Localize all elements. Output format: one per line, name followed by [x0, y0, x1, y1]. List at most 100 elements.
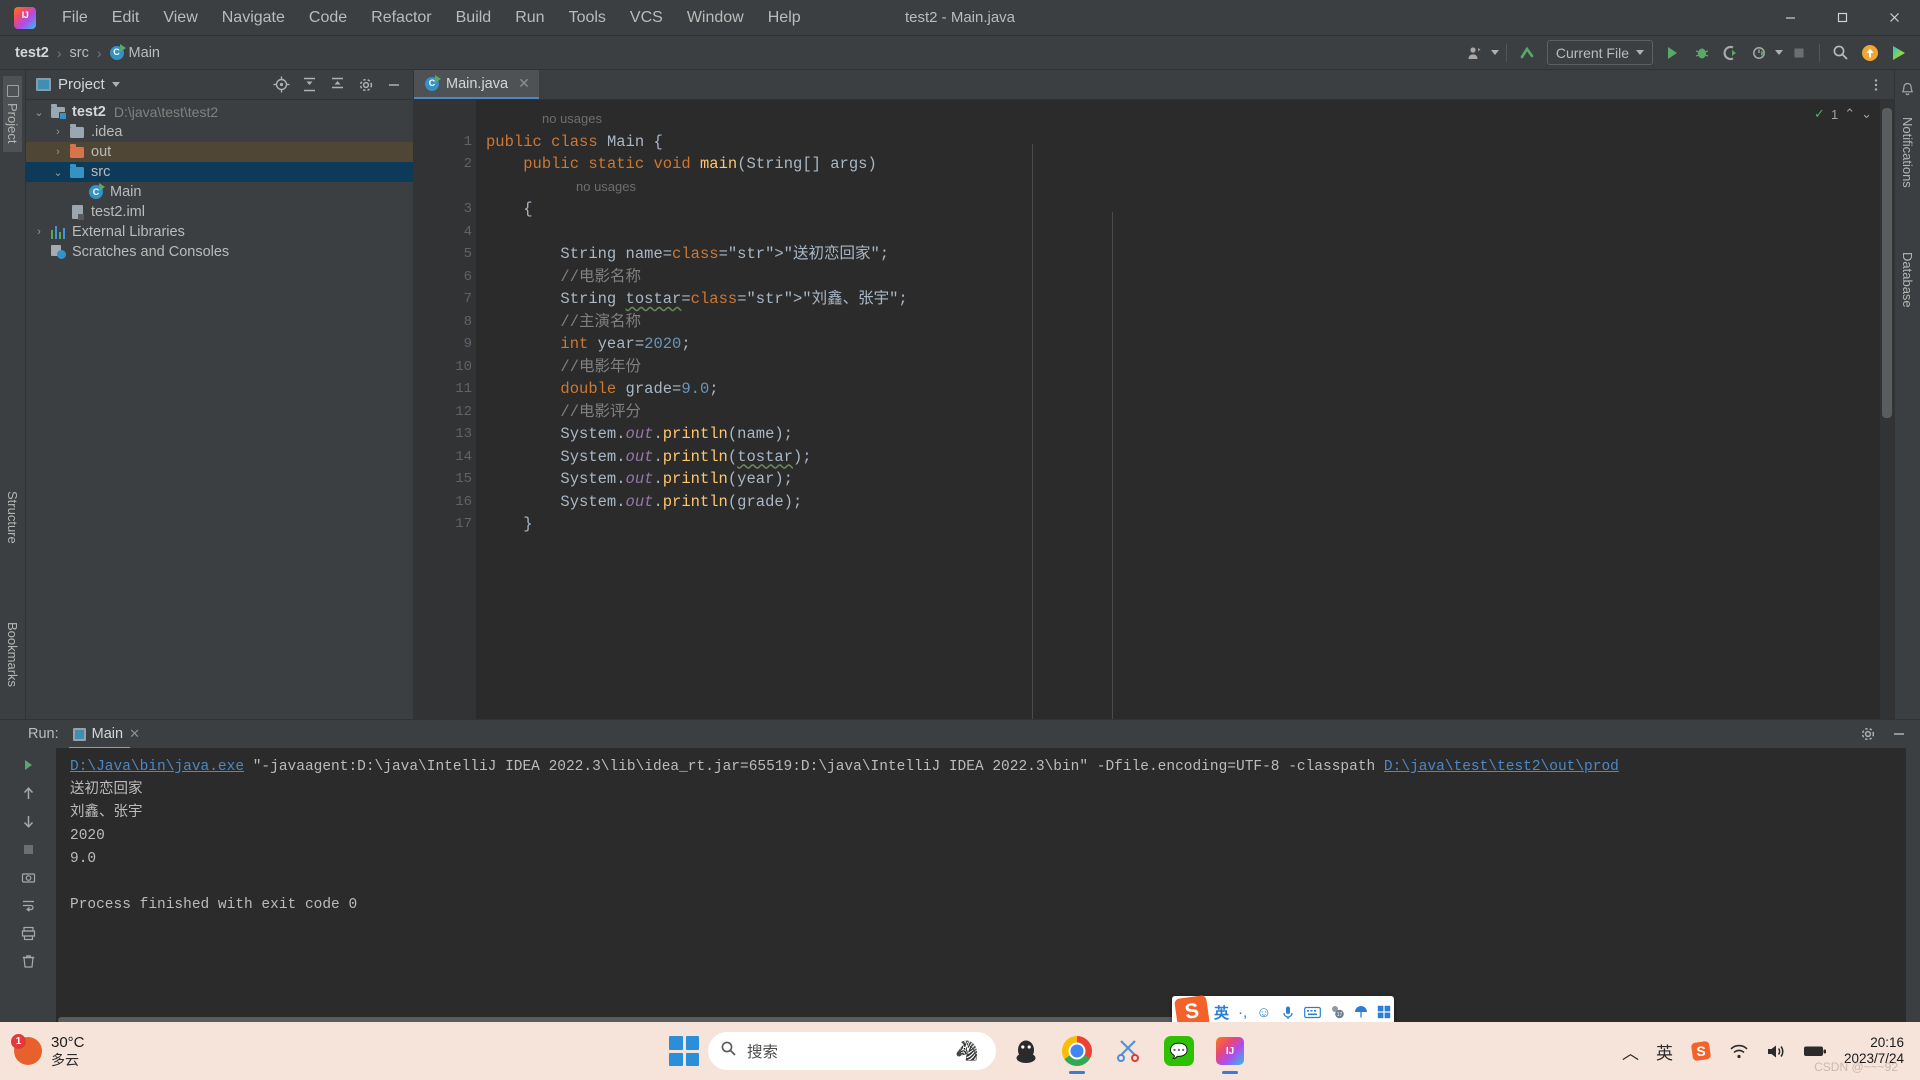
- settings-gear-icon[interactable]: [352, 71, 379, 98]
- menu-item-view[interactable]: View: [151, 5, 209, 31]
- menu-item-edit[interactable]: Edit: [100, 5, 152, 31]
- console-output-line[interactable]: 刘鑫、张宇: [70, 802, 1906, 825]
- tree-item-test2[interactable]: ⌄ test2 D:\java\test\test2: [26, 102, 413, 122]
- hide-panel-icon[interactable]: [380, 71, 407, 98]
- punctuation-icon[interactable]: ·,: [1238, 1004, 1247, 1021]
- wechat-icon[interactable]: 💬: [1158, 1030, 1200, 1072]
- console-command-line[interactable]: D:\Java\bin\java.exe "-javaagent:D:\java…: [70, 756, 1906, 779]
- gutter-line-11[interactable]: 11: [414, 378, 476, 401]
- gutter-line-7[interactable]: 7: [414, 288, 476, 311]
- gutter-line-8[interactable]: 8: [414, 311, 476, 334]
- close-button[interactable]: [1868, 0, 1920, 36]
- editor-scrollbar[interactable]: [1880, 100, 1894, 719]
- code-line-10[interactable]: //电影年份: [476, 356, 1880, 379]
- ide-assistant-icon[interactable]: [1885, 39, 1912, 66]
- hide-panel-icon[interactable]: [1885, 721, 1912, 748]
- clear-all-icon[interactable]: [15, 948, 41, 974]
- taskbar-weather-widget[interactable]: 1 30°C 多云: [0, 1034, 230, 1068]
- menu-item-vcs[interactable]: VCS: [618, 5, 675, 31]
- chevron-down-icon[interactable]: [1775, 50, 1783, 55]
- code-line-17[interactable]: }: [476, 513, 1880, 536]
- chevron-down-icon[interactable]: ⌄: [30, 106, 48, 119]
- console-output[interactable]: D:\Java\bin\java.exe "-javaagent:D:\java…: [56, 748, 1906, 1026]
- ime-cn-icon[interactable]: 英: [1656, 1039, 1673, 1064]
- wifi-icon[interactable]: [1729, 1043, 1749, 1060]
- gutter-line-4[interactable]: 4: [414, 221, 476, 244]
- chevron-right-icon[interactable]: ›: [49, 146, 67, 158]
- code-line-15[interactable]: System.out.println(year);: [476, 468, 1880, 491]
- print-icon[interactable]: [15, 920, 41, 946]
- menu-item-file[interactable]: File: [50, 5, 100, 31]
- gutter-line-13[interactable]: 13: [414, 423, 476, 446]
- chevron-down-icon[interactable]: ⌄: [49, 166, 67, 179]
- prev-problem-icon[interactable]: ⌃: [1844, 106, 1855, 122]
- rerun-icon[interactable]: [15, 752, 41, 778]
- soft-wrap-icon[interactable]: [15, 892, 41, 918]
- search-icon[interactable]: [1827, 39, 1854, 66]
- menu-item-build[interactable]: Build: [444, 5, 504, 31]
- chevron-right-icon[interactable]: ›: [30, 226, 48, 238]
- snipaste-icon[interactable]: [1107, 1030, 1149, 1072]
- close-icon[interactable]: ✕: [515, 75, 530, 92]
- volume-icon[interactable]: [1766, 1043, 1786, 1060]
- taskbar-search-box[interactable]: 搜索 🦓: [708, 1032, 996, 1070]
- code-line-12[interactable]: //电影评分: [476, 401, 1880, 424]
- console-output-line[interactable]: 2020: [70, 825, 1906, 848]
- tree-item-main[interactable]: C Main: [26, 182, 413, 202]
- upload-icon[interactable]: [1856, 39, 1883, 66]
- console-output-line[interactable]: Process finished with exit code 0: [70, 894, 1906, 917]
- sogou-icon[interactable]: S: [1690, 1040, 1712, 1062]
- gutter-line-14[interactable]: 14: [414, 446, 476, 469]
- code-line-5[interactable]: String name=class="str">"送初恋回家";: [476, 243, 1880, 266]
- menu-item-navigate[interactable]: Navigate: [210, 5, 297, 31]
- inlay-hint-usages[interactable]: no usages: [476, 108, 1880, 131]
- code-line-3[interactable]: {: [476, 198, 1880, 221]
- menu-item-tools[interactable]: Tools: [557, 5, 618, 31]
- menu-item-window[interactable]: Window: [675, 5, 756, 31]
- code-line-8[interactable]: //主演名称: [476, 311, 1880, 334]
- run-icon[interactable]: [1659, 39, 1686, 66]
- chevron-down-icon[interactable]: [1490, 50, 1499, 55]
- classpath-link[interactable]: D:\java\test\test2\out\prod: [1384, 759, 1619, 775]
- code-line-13[interactable]: System.out.println(name);: [476, 423, 1880, 446]
- console-output-line[interactable]: 送初恋回家: [70, 779, 1906, 802]
- gutter-line-17[interactable]: 17: [414, 513, 508, 537]
- console-output-line[interactable]: 9.0: [70, 848, 1906, 871]
- gutter-line-1[interactable]: 1: [414, 131, 492, 154]
- sidebar-item-notifications[interactable]: Notifications: [1898, 108, 1917, 197]
- chevron-down-icon[interactable]: [111, 82, 120, 87]
- breadcrumb-item-main[interactable]: C Main: [105, 43, 165, 63]
- gutter-line-10[interactable]: 10: [414, 356, 476, 379]
- profiler-icon[interactable]: [1746, 39, 1773, 66]
- gutter-line-15[interactable]: 15: [414, 468, 476, 491]
- collapse-all-icon[interactable]: [324, 71, 351, 98]
- umbrella-icon[interactable]: [1354, 1005, 1368, 1019]
- gutter-line-9[interactable]: 9: [414, 333, 476, 356]
- chevron-up-icon[interactable]: ︿: [1622, 1039, 1639, 1064]
- gutter-line-5[interactable]: 5: [414, 243, 476, 266]
- tree-item-scratches-and-consoles[interactable]: Scratches and Consoles: [26, 242, 413, 262]
- code-line-14[interactable]: System.out.println(tostar);: [476, 446, 1880, 469]
- tree-item-test2-iml[interactable]: test2.iml: [26, 202, 413, 222]
- code-line-16[interactable]: System.out.println(grade);: [476, 491, 1880, 514]
- menu-item-code[interactable]: Code: [297, 5, 359, 31]
- code-line-11[interactable]: double grade=9.0;: [476, 378, 1880, 401]
- code-line-9[interactable]: int year=2020;: [476, 333, 1880, 356]
- gutter-line-2[interactable]: 2: [414, 153, 492, 176]
- debug-icon[interactable]: [1688, 39, 1715, 66]
- locate-icon[interactable]: [268, 71, 295, 98]
- chrome-icon[interactable]: [1056, 1030, 1098, 1072]
- tree-item--idea[interactable]: › .idea: [26, 122, 413, 142]
- notifications-bell-icon[interactable]: [1895, 76, 1920, 102]
- line-number-gutter[interactable]: 1 2 3 4 5 6 7 8 9 10 11 12 13 14 15 16 17: [414, 100, 508, 719]
- inlay-hint-usages[interactable]: no usages: [476, 176, 1880, 199]
- stop-icon[interactable]: [15, 836, 41, 862]
- windows-start-icon[interactable]: [669, 1036, 699, 1066]
- camera-icon[interactable]: [15, 864, 41, 890]
- menu-item-help[interactable]: Help: [756, 5, 813, 31]
- gutter-line-3[interactable]: 3: [414, 198, 508, 222]
- sidebar-item-project[interactable]: Project: [3, 76, 22, 153]
- console-output-line[interactable]: [70, 871, 1906, 894]
- code-line-1[interactable]: public class Main {: [476, 131, 1880, 154]
- expand-all-icon[interactable]: [296, 71, 323, 98]
